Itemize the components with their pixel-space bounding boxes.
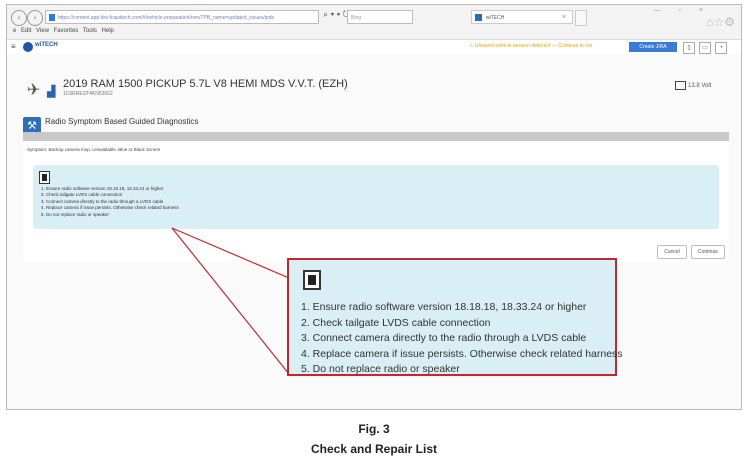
check-list: 1. Ensure radio software version 18.18.1… [41, 186, 179, 218]
figure-caption: Check and Repair List [310, 442, 438, 456]
search-placeholder: Bing [351, 15, 362, 21]
figure-number: Fig. 3 [358, 422, 390, 436]
menu-item-help[interactable]: Help [102, 28, 114, 34]
panel-header: ⚒ Radio Symptom Based Guided Diagnostics [23, 113, 741, 135]
new-tab-button[interactable] [575, 10, 587, 26]
menu-item-favorites[interactable]: Favorites [54, 28, 79, 34]
search-input[interactable]: Bing [347, 10, 413, 24]
vehicle-title: 2019 RAM 1500 PICKUP 5.7L V8 HEMI MDS V.… [63, 78, 348, 90]
vehicle-header: ✈ ▟ 2019 RAM 1500 PICKUP 5.7L V8 HEMI MD… [7, 54, 741, 100]
zoom-callout-box: 1. Ensure radio software version 18.18.1… [287, 258, 623, 376]
panel-title: Radio Symptom Based Guided Diagnostics [45, 117, 199, 126]
list-item: 1. Ensure radio software version 18.18.1… [301, 301, 587, 313]
list-item: 2. Check tailgate LVDS cable connection [301, 316, 491, 329]
favorites-icons[interactable]: ⌂☆⚙ [706, 15, 735, 29]
app-bar: ≡ wiTECH ⚠ Unsaved vehicle session detec… [7, 39, 741, 55]
forward-button[interactable]: › [27, 10, 43, 26]
document-icon [303, 270, 321, 290]
list-item: 4. Replace camera if issue persists. Oth… [41, 205, 179, 211]
back-button[interactable]: ‹ [11, 10, 27, 26]
list-item: 3. Connect camera directly to the radio … [301, 332, 587, 344]
witech-tab-icon [475, 14, 482, 21]
continue-button[interactable]: Continue [691, 245, 725, 259]
menu-item-tools[interactable]: Tools [83, 28, 97, 34]
voltage-readout: 13.8 Volt [675, 81, 711, 90]
browser-toolbar: ‹ › https://content.app.dev.fcawitech.co… [7, 5, 741, 39]
window-controls[interactable]: — ▫ × [654, 7, 711, 14]
menu-item-edit[interactable]: Edit [21, 28, 31, 34]
lock-icon [49, 14, 55, 21]
menu-bar: e Edit View Favorites Tools Help [13, 28, 114, 34]
tab-title: wiTECH [486, 15, 505, 21]
address-bar[interactable]: https://content.app.dev.fcawitech.com/#/… [45, 10, 319, 24]
voltage-label: 13.8 Volt [688, 83, 712, 90]
bookmark-icon[interactable]: ▯ [683, 42, 695, 54]
document-icon [39, 171, 50, 184]
witech-logo-icon [23, 42, 33, 52]
hamburger-menu-icon[interactable]: ≡ [11, 42, 16, 51]
symptom-text: Symptom: Backup camera mop, Unavailable,… [27, 147, 161, 152]
list-item: 5. Do not replace radio or speaker [41, 211, 110, 217]
list-item: 4. Replace camera if issue persists. Oth… [301, 347, 623, 360]
create-jira-button[interactable]: Create JIRA [629, 42, 677, 52]
warning-message[interactable]: ⚠ Unsaved vehicle session detected — Con… [469, 43, 592, 49]
battery-icon [675, 81, 686, 90]
window-icon[interactable]: ▭ [699, 42, 711, 54]
cancel-button[interactable]: Cancel [657, 245, 687, 259]
menu-item-view[interactable]: View [36, 28, 49, 34]
list-item: 5. Do not replace radio or speaker [301, 363, 460, 375]
check-list-box: 1. Ensure radio software version 18.18.1… [33, 165, 719, 229]
address-text: https://content.app.dev.fcawitech.com/#/… [58, 15, 274, 21]
browser-tab[interactable]: wiTECH × [471, 10, 573, 24]
chart-icon: ▟ [47, 86, 56, 98]
menu-item-e[interactable]: e [13, 28, 16, 34]
panel-divider-bar [23, 132, 729, 141]
close-icon[interactable]: × [562, 11, 566, 25]
vehicle-icon: ✈ [27, 82, 41, 99]
signal-icon[interactable]: ◔ [715, 42, 727, 54]
zoom-check-list: 1. Ensure radio software version 18.18.1… [301, 300, 623, 378]
logo-text: wiTECH [35, 42, 58, 48]
vehicle-vin: 1C6RREST4KN53062 [63, 91, 113, 97]
diagnostics-content: Symptom: Backup camera mop, Unavailable,… [23, 141, 729, 263]
